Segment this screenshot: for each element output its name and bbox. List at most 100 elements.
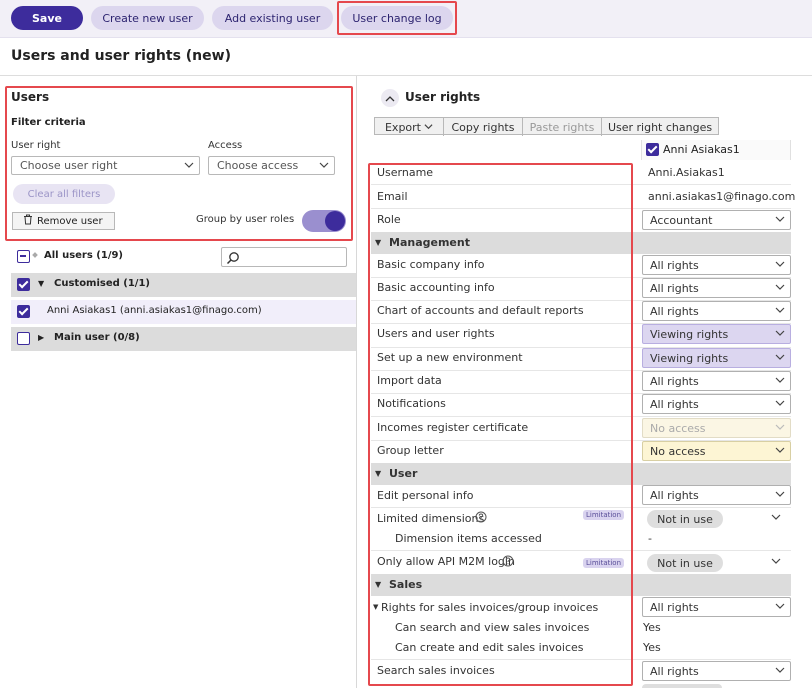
user-entry-label: Anni Asiakas1 (anni.asiakas1@finago.com)	[47, 305, 262, 316]
sales-invoices-row: ▼ Rights for sales invoices/group invoic…	[371, 597, 791, 659]
page-title: Users and user rights (new)	[11, 48, 231, 64]
user-rights-title: User rights	[405, 90, 481, 104]
right-label: Edit personal info	[377, 489, 474, 502]
not-in-use-pill[interactable]: Not in use	[647, 510, 723, 528]
group-by-roles-toggle[interactable]	[302, 210, 346, 232]
all-users-checkbox[interactable]	[17, 250, 30, 263]
clear-all-filters-button[interactable]: Clear all filters	[13, 184, 115, 204]
right-row: Edit personal info All rights	[371, 485, 791, 507]
right-value: All rights	[650, 488, 699, 502]
user-right-select[interactable]: Choose user right	[11, 156, 200, 175]
right-value: All rights	[650, 664, 699, 678]
right-label: Rights for sales invoices/group invoices	[381, 601, 599, 614]
paste-rights-button[interactable]: Paste rights	[523, 118, 602, 136]
right-label: Incomes register certificate	[377, 421, 529, 434]
caret-down-icon: ▼	[375, 580, 382, 589]
right-select[interactable]: All rights	[642, 597, 791, 617]
role-label: Role	[377, 213, 401, 226]
right-row: Import data All rights	[371, 370, 791, 393]
chevron-down-icon	[775, 259, 785, 268]
group-checkbox[interactable]	[17, 332, 30, 345]
caret-down-icon[interactable]: ▼	[373, 603, 378, 611]
dimension-items-value: -	[648, 532, 652, 545]
right-select[interactable]: Viewing rights	[642, 324, 791, 344]
right-label: Limited dimensions	[377, 512, 485, 525]
chevron-down-icon	[775, 489, 785, 498]
limited-dimensions-row: Limited dimensions Limitation Not in use…	[371, 508, 791, 550]
chevron-down-icon	[775, 214, 785, 223]
chevron-down-icon	[775, 352, 785, 361]
user-change-log-button[interactable]: User change log	[341, 6, 453, 30]
right-select[interactable]: No access	[642, 418, 791, 438]
export-label: Export	[384, 120, 421, 134]
right-row: Notifications All rights	[371, 393, 791, 416]
right-select[interactable]: All rights	[642, 255, 791, 275]
divider	[371, 184, 791, 185]
api-login-row: Only allow API M2M login Limitation Not …	[371, 551, 791, 574]
right-select[interactable]: No access	[642, 441, 791, 461]
right-row: Users and user rights Viewing rights	[371, 323, 791, 347]
chevron-down-icon	[775, 601, 785, 610]
add-existing-user-button[interactable]: Add existing user	[212, 6, 333, 30]
copy-rights-button[interactable]: Copy rights	[444, 118, 523, 136]
selected-user-checkbox[interactable]	[646, 143, 659, 156]
dimension-items-label: Dimension items accessed	[395, 532, 542, 545]
chevron-down-icon	[184, 160, 194, 169]
email-value: anni.asiakas1@finago.com	[648, 190, 796, 203]
right-select[interactable]: All rights	[642, 301, 791, 321]
right-row: Search sales invoices All rights	[371, 660, 791, 683]
help-icon[interactable]	[502, 555, 514, 570]
top-toolbar: Save Create new user Add existing user U…	[0, 0, 812, 38]
access-select[interactable]: Choose access	[208, 156, 335, 175]
user-right-changes-button[interactable]: User right changes	[602, 118, 718, 136]
chevron-down-icon	[775, 305, 785, 314]
section-management[interactable]: ▼ Management	[371, 232, 791, 254]
right-label: Basic company info	[377, 258, 485, 271]
username-value: Anni.Asiakas1	[648, 166, 725, 179]
remove-user-button[interactable]: Remove user	[12, 212, 115, 230]
chevron-down-icon[interactable]	[771, 512, 781, 525]
chevron-down-icon	[319, 160, 329, 169]
right-select[interactable]: Viewing rights	[642, 348, 791, 368]
export-button[interactable]: Export	[375, 118, 444, 136]
chevron-down-icon	[424, 121, 433, 134]
right-select[interactable]: All rights	[642, 485, 791, 505]
role-select[interactable]: Accountant	[642, 210, 791, 230]
save-button[interactable]: Save	[11, 6, 83, 30]
user-search-input[interactable]	[221, 247, 347, 267]
right-value: All rights	[650, 600, 699, 614]
collapse-button[interactable]	[381, 89, 399, 107]
section-sales[interactable]: ▼ Sales	[371, 574, 791, 596]
right-select[interactable]: All rights	[642, 394, 791, 414]
all-users-label: All users (1/9)	[44, 250, 124, 261]
chevron-down-icon[interactable]	[771, 556, 781, 569]
role-row: Role Accountant	[371, 209, 791, 231]
group-row-main-user[interactable]: ▶ Main user (0/8)	[11, 327, 356, 351]
create-new-user-button[interactable]: Create new user	[91, 6, 204, 30]
tree-connector-icon	[32, 252, 38, 258]
right-row: Group letter No access	[371, 440, 791, 463]
search-icon	[226, 250, 240, 269]
right-select[interactable]: All rights	[642, 371, 791, 391]
section-label: User	[389, 467, 418, 480]
user-row[interactable]: Anni Asiakas1 (anni.asiakas1@finago.com)	[11, 300, 356, 324]
section-label: Management	[389, 236, 470, 249]
right-select[interactable]: All rights	[642, 278, 791, 298]
group-checkbox[interactable]	[17, 278, 30, 291]
group-by-roles-label: Group by user roles	[196, 214, 295, 225]
right-value: No access	[650, 444, 706, 458]
right-label: Search sales invoices	[377, 664, 495, 677]
right-select[interactable]: All rights	[642, 661, 791, 681]
remove-user-label: Remove user	[37, 215, 103, 227]
right-row: Incomes register certificate No access	[371, 417, 791, 440]
user-checkbox[interactable]	[17, 305, 30, 318]
group-row-customised[interactable]: ▼ Customised (1/1)	[11, 273, 356, 297]
caret-down-icon[interactable]: ▼	[38, 279, 44, 288]
help-icon[interactable]	[475, 511, 487, 526]
not-in-use-pill[interactable]: Not in use	[647, 554, 723, 572]
caret-right-icon[interactable]: ▶	[38, 333, 44, 342]
chevron-down-icon	[775, 398, 785, 407]
access-label: Access	[208, 140, 243, 151]
username-label: Username	[377, 166, 434, 179]
section-user[interactable]: ▼ User	[371, 463, 791, 485]
